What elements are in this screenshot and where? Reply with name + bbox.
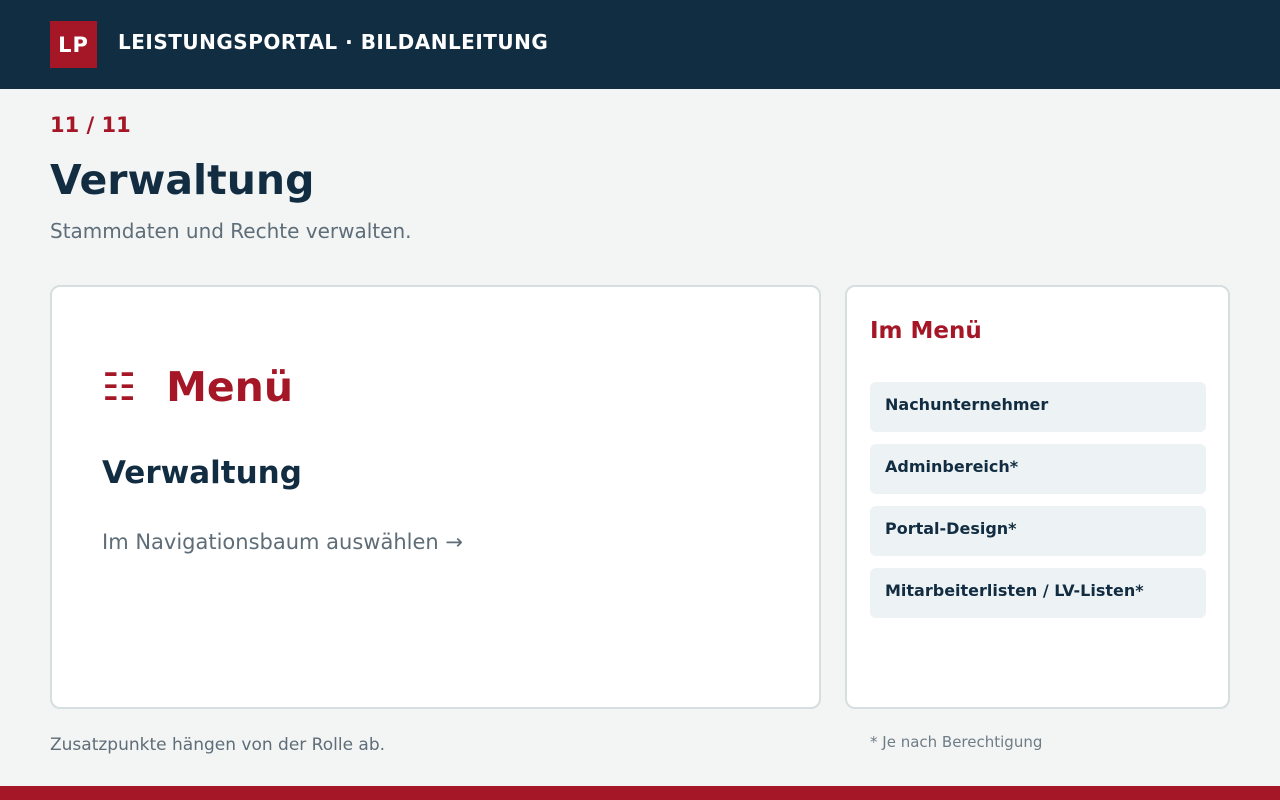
app-logo: LP xyxy=(50,21,97,68)
top-bar: LP LEISTUNGSPORTAL · BILDANLEITUNG xyxy=(0,0,1280,89)
app-title: LEISTUNGSPORTAL · BILDANLEITUNG xyxy=(118,30,549,54)
role-note: Zusatzpunkte hängen von der Rolle ab. xyxy=(50,735,386,755)
menu-item-nachunternehmer[interactable]: Nachunternehmer xyxy=(870,382,1206,432)
section-title: Verwaltung xyxy=(102,455,302,491)
menu-label: Menü xyxy=(166,363,294,411)
menu-item-portal-design[interactable]: Portal-Design* xyxy=(870,506,1206,556)
menu-items-card: Im Menü Nachunternehmer Adminbereich* Po… xyxy=(845,285,1230,709)
side-heading: Im Menü xyxy=(870,318,982,344)
illustration-card: ☷ Menü Verwaltung Im Navigationsbaum aus… xyxy=(50,285,821,709)
navigation-hint: Im Navigationsbaum auswählen → xyxy=(102,530,463,554)
menu-item-list: Nachunternehmer Adminbereich* Portal-Des… xyxy=(870,382,1206,630)
page-title: Verwaltung xyxy=(50,156,315,204)
menu-item-adminbereich[interactable]: Adminbereich* xyxy=(870,444,1206,494)
menu-grid-icon: ☷ xyxy=(102,365,137,409)
menu-item-mitarbeiterlisten[interactable]: Mitarbeiterlisten / LV-Listen* xyxy=(870,568,1206,618)
permission-note: * Je nach Berechtigung xyxy=(870,733,1043,751)
menu-heading: ☷ Menü xyxy=(102,363,293,411)
step-counter: 11 / 11 xyxy=(50,113,131,137)
page-subtitle: Stammdaten und Rechte verwalten. xyxy=(50,219,412,243)
bottom-accent-bar xyxy=(0,786,1280,800)
